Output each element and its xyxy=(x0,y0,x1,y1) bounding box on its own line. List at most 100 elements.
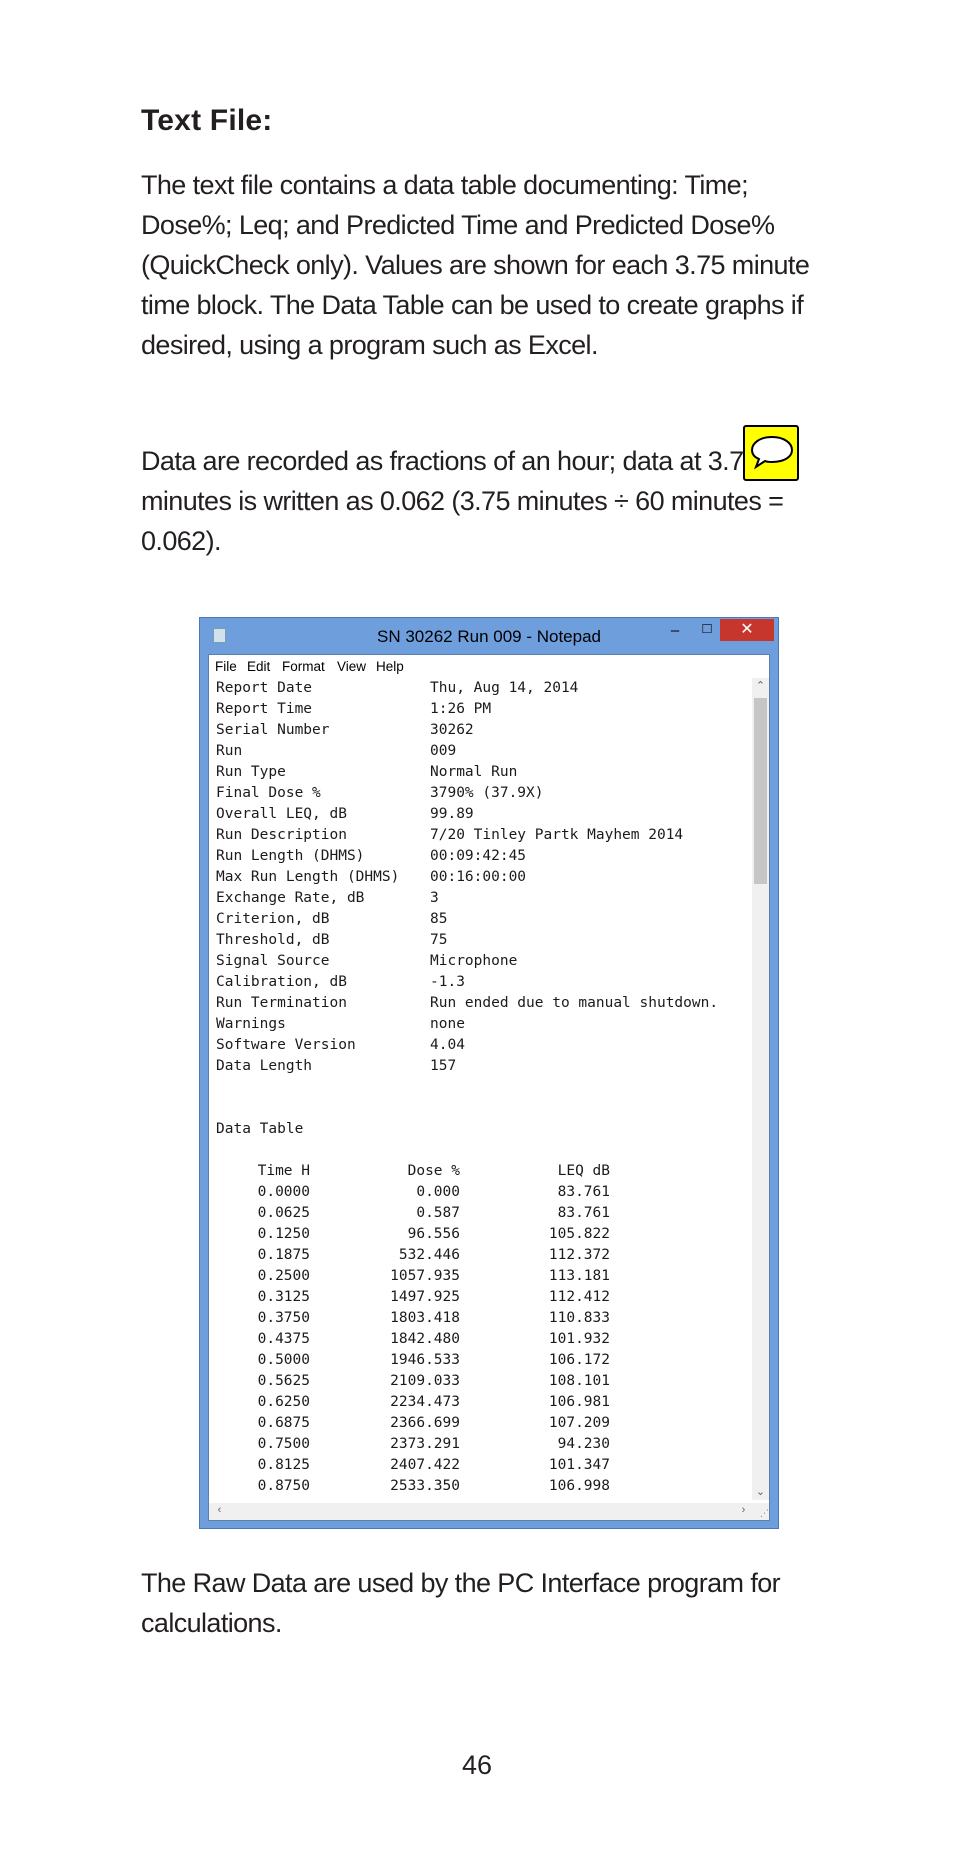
scroll-up-icon[interactable]: ⌃ xyxy=(752,679,769,692)
table-cell: 106.998 xyxy=(548,1478,610,1494)
minimize-button[interactable]: – xyxy=(662,621,688,643)
table-cell: 0.0000 xyxy=(257,1184,310,1200)
table-cell: 112.412 xyxy=(548,1289,610,1305)
table-cell: 108.101 xyxy=(548,1373,610,1389)
table-cell: 0.8750 xyxy=(257,1478,310,1494)
title-bar[interactable]: SN 30262 Run 009 - Notepad – □ ✕ xyxy=(200,618,778,654)
table-cell: 532.446 xyxy=(398,1247,460,1263)
report-field-label: Max Run Length (DHMS) xyxy=(216,869,400,885)
report-field-value: 157 xyxy=(430,1058,457,1074)
table-cell: 105.822 xyxy=(548,1226,610,1242)
table-cell: 2533.350 xyxy=(390,1478,460,1494)
table-cell: 0.1250 xyxy=(257,1226,310,1242)
report-field-value: Microphone xyxy=(430,953,518,969)
table-cell: 110.833 xyxy=(548,1310,610,1326)
report-field-value: Normal Run xyxy=(430,764,518,780)
menu-help[interactable]: Help xyxy=(376,659,404,674)
report-field-label: Run Length (DHMS) xyxy=(216,848,365,864)
menu-view[interactable]: View xyxy=(337,659,366,674)
table-cell: 0.5625 xyxy=(257,1373,310,1389)
table-cell: 0.7500 xyxy=(257,1436,310,1452)
table-cell: 0.3125 xyxy=(257,1289,310,1305)
menu-file[interactable]: File xyxy=(215,659,237,674)
table-cell: 0.1875 xyxy=(257,1247,310,1263)
table-cell: 83.761 xyxy=(557,1205,610,1221)
menu-edit[interactable]: Edit xyxy=(247,659,270,674)
report-field-value: 3 xyxy=(430,890,439,906)
report-field-value: Thu, Aug 14, 2014 xyxy=(430,680,579,696)
data-table-title: Data Table xyxy=(216,1121,304,1137)
table-cell: 0.2500 xyxy=(257,1268,310,1284)
report-field-label: Run xyxy=(216,743,243,759)
page-heading: Text File: xyxy=(141,104,273,137)
report-field-label: Software Version xyxy=(216,1037,356,1053)
table-cell: 96.556 xyxy=(407,1226,460,1242)
table-cell: 0.6875 xyxy=(257,1415,310,1431)
notepad-client-area: File Edit Format View Help Report Date Th… xyxy=(208,654,770,1521)
text-editor-area[interactable]: Report Date Thu, Aug 14, 2014 Report Time 1… xyxy=(209,678,754,1500)
report-field-label: Run Description xyxy=(216,827,347,843)
report-field-label: Criterion, dB xyxy=(216,911,330,927)
table-cell: 2234.473 xyxy=(390,1394,460,1410)
vertical-scroll-thumb[interactable] xyxy=(754,698,767,884)
report-field-value: 4.04 xyxy=(430,1037,465,1053)
report-field-label: Exchange Rate, dB xyxy=(216,890,365,906)
report-field-value: Run ended due to manual shutdown. xyxy=(430,995,719,1011)
scroll-right-icon[interactable]: › xyxy=(735,1504,752,1516)
table-cell: 112.372 xyxy=(548,1247,610,1263)
report-field-value: 85 xyxy=(430,911,448,927)
table-cell: 1497.925 xyxy=(390,1289,460,1305)
close-button[interactable]: ✕ xyxy=(720,619,774,641)
report-field-value: 1:26 PM xyxy=(430,701,492,717)
table-cell: 0.8125 xyxy=(257,1457,310,1473)
table-cell: 0.587 xyxy=(416,1205,460,1221)
table-cell: 113.181 xyxy=(548,1268,610,1284)
table-cell: 0.3750 xyxy=(257,1310,310,1326)
table-cell: 106.981 xyxy=(548,1394,610,1410)
table-cell: 0.4375 xyxy=(257,1331,310,1347)
table-cell: 2109.033 xyxy=(390,1373,460,1389)
table-cell: 1946.533 xyxy=(390,1352,460,1368)
table-cell: 0.000 xyxy=(416,1184,460,1200)
resize-grip-icon[interactable]: ⋰ xyxy=(752,1503,769,1520)
report-field-value: 00:16:00:00 xyxy=(430,869,527,885)
maximize-button[interactable]: □ xyxy=(694,619,720,641)
intro-paragraph: The text file contains a data table docu… xyxy=(141,170,810,360)
report-field-label: Data Length xyxy=(216,1058,313,1074)
report-field-label: Overall LEQ, dB xyxy=(216,806,347,822)
report-field-label: Run Termination xyxy=(216,995,347,1011)
table-cell: 1842.480 xyxy=(390,1331,460,1347)
table-cell: 101.347 xyxy=(548,1457,610,1473)
report-field-value: 99.89 xyxy=(430,806,474,822)
menu-format[interactable]: Format xyxy=(282,659,325,674)
table-cell: 0.5000 xyxy=(257,1352,310,1368)
report-field-label: Final Dose % xyxy=(216,785,321,801)
raw-data-paragraph: The Raw Data are used by the PC Interfac… xyxy=(141,1568,781,1638)
report-field-value: 75 xyxy=(430,932,448,948)
table-cell: 83.761 xyxy=(557,1184,610,1200)
table-cell: 1803.418 xyxy=(390,1310,460,1326)
report-field-label: Report Date xyxy=(216,680,313,696)
table-cell: 2407.422 xyxy=(390,1457,460,1473)
scroll-left-icon[interactable]: ‹ xyxy=(211,1504,228,1516)
report-field-label: Signal Source xyxy=(216,953,330,969)
column-header: LEQ dB xyxy=(557,1163,610,1179)
report-field-value: 7/20 Tinley Partk Mayhem 2014 xyxy=(430,827,684,843)
table-cell: 1057.935 xyxy=(390,1268,460,1284)
scroll-down-icon[interactable]: ⌄ xyxy=(752,1485,769,1498)
report-field-label: Calibration, dB xyxy=(216,974,347,990)
table-cell: 101.932 xyxy=(548,1331,610,1347)
table-cell: 106.172 xyxy=(548,1352,610,1368)
report-field-label: Warnings xyxy=(216,1016,286,1032)
fraction-paragraph: Data are recorded as fractions of an hou… xyxy=(141,446,784,556)
table-cell: 2373.291 xyxy=(390,1436,460,1452)
report-field-value: -1.3 xyxy=(430,974,465,990)
report-field-value: 009 xyxy=(430,743,457,759)
report-field-label: Report Time xyxy=(216,701,313,717)
vertical-scrollbar[interactable]: ⌃ ⌄ xyxy=(752,678,769,1500)
report-field-value: 3790% (37.9X) xyxy=(430,785,544,801)
speech-bubble-icon[interactable] xyxy=(743,425,799,481)
report-field-label: Run Type xyxy=(216,764,286,780)
page-number: 46 xyxy=(461,1750,493,1780)
horizontal-scrollbar[interactable]: ‹ › xyxy=(209,1503,754,1520)
